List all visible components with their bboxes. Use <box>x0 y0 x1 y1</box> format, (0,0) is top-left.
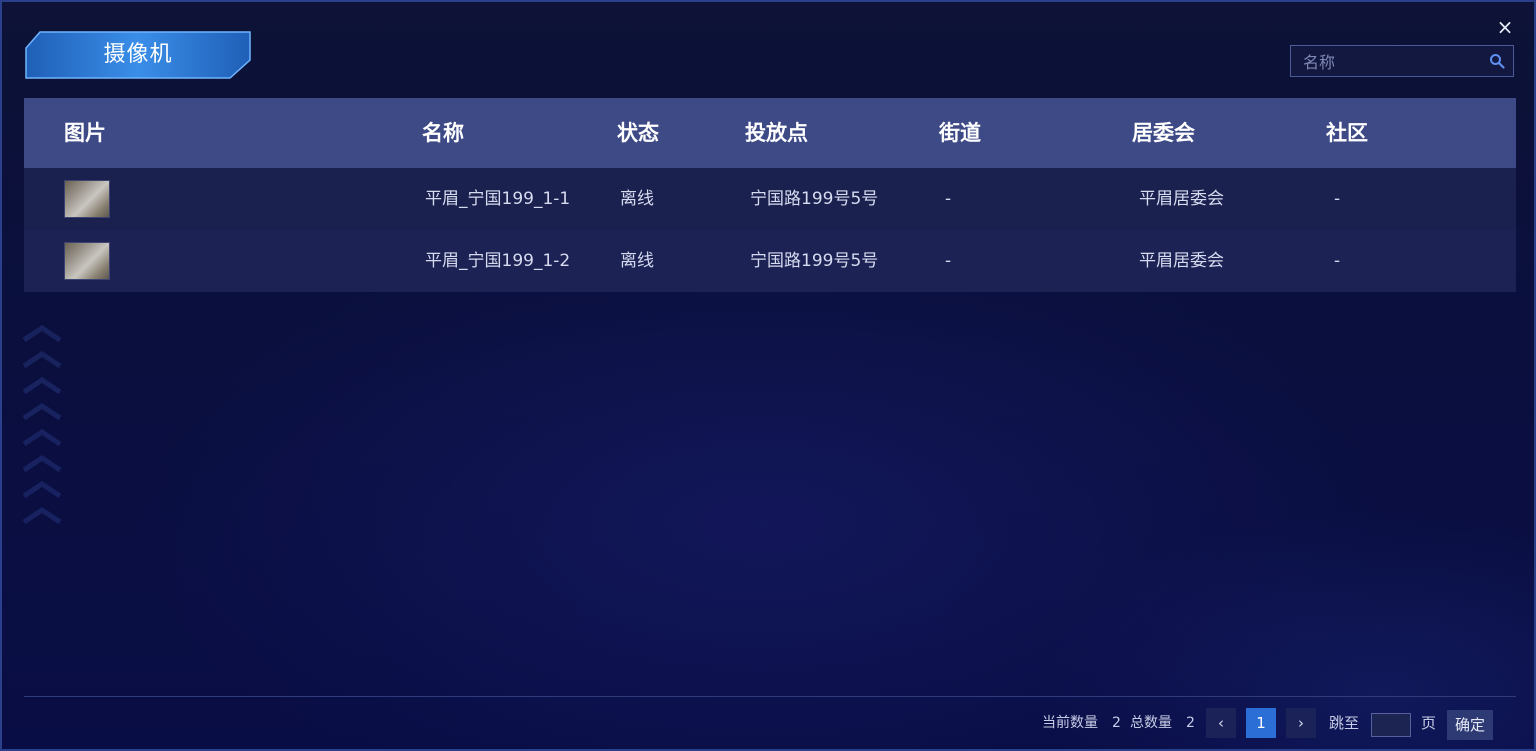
table-body: 平眉_宁国199_1-1 离线 宁国路199号5号 - 平眉居委会 - 平眉_宁… <box>24 168 1516 292</box>
cell-location: 宁国路199号5号 <box>750 251 879 271</box>
camera-table: 图片 名称 状态 投放点 街道 居委会 社区 平眉_宁国199_1-1 离线 宁… <box>24 98 1516 292</box>
close-button[interactable]: × <box>1494 16 1516 38</box>
camera-thumbnail[interactable] <box>64 242 110 280</box>
column-header-committee: 居委会 <box>1132 121 1195 145</box>
search-input[interactable] <box>1291 46 1495 78</box>
jump-page-input[interactable] <box>1371 713 1411 737</box>
decorative-chevrons <box>22 324 62 525</box>
column-header-location: 投放点 <box>745 121 808 145</box>
confirm-jump-button[interactable]: 确定 <box>1447 710 1493 740</box>
footer-divider <box>24 696 1516 697</box>
cell-street: - <box>945 251 952 271</box>
column-header-community: 社区 <box>1326 121 1368 145</box>
cell-name: 平眉_宁国199_1-1 <box>425 189 571 209</box>
camera-thumbnail[interactable] <box>64 180 110 218</box>
search-box <box>1290 45 1514 78</box>
current-count-value: 2 <box>1112 715 1121 731</box>
title-tab: 摄像机 <box>24 30 252 80</box>
prev-page-button[interactable]: ‹ <box>1206 708 1236 738</box>
table-row[interactable]: 平眉_宁国199_1-1 离线 宁国路199号5号 - 平眉居委会 - <box>24 168 1516 230</box>
chevron-right-icon: › <box>1298 714 1304 732</box>
next-page-button[interactable]: › <box>1286 708 1316 738</box>
page-unit-label: 页 <box>1421 714 1437 732</box>
table-header: 图片 名称 状态 投放点 街道 居委会 社区 <box>24 98 1516 168</box>
close-icon: × <box>1496 15 1514 39</box>
page-1-button[interactable]: 1 <box>1246 708 1276 738</box>
table-row[interactable]: 平眉_宁国199_1-2 离线 宁国路199号5号 - 平眉居委会 - <box>24 230 1516 292</box>
column-header-status: 状态 <box>617 121 659 145</box>
cell-location: 宁国路199号5号 <box>750 189 879 209</box>
dialog-title: 摄像机 <box>103 42 173 67</box>
cell-committee: 平眉居委会 <box>1139 251 1224 271</box>
cell-community: - <box>1334 251 1341 271</box>
cell-community: - <box>1334 189 1341 209</box>
column-header-name: 名称 <box>422 121 464 145</box>
cell-status: 离线 <box>620 251 654 271</box>
current-count-label: 当前数量 <box>1042 715 1098 731</box>
cell-status: 离线 <box>620 189 654 209</box>
chevron-left-icon: ‹ <box>1218 714 1224 732</box>
camera-dialog: × 摄像机 图片 名称 状态 投放点 街道 居 <box>0 0 1536 751</box>
jump-label: 跳至 <box>1329 714 1360 732</box>
cell-name: 平眉_宁国199_1-2 <box>425 251 571 271</box>
cell-street: - <box>945 189 952 209</box>
total-count-value: 2 <box>1186 715 1195 731</box>
cell-committee: 平眉居委会 <box>1139 189 1224 209</box>
total-count-label: 总数量 <box>1130 715 1172 731</box>
column-header-image: 图片 <box>64 121 106 145</box>
search-icon[interactable] <box>1489 53 1505 69</box>
column-header-street: 街道 <box>939 121 981 145</box>
